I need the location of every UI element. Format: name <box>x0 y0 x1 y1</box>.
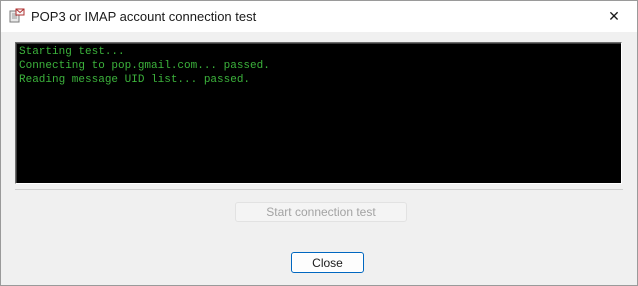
test-log-console[interactable]: Starting test... Connecting to pop.gmail… <box>15 42 622 184</box>
close-button[interactable]: Close <box>291 252 364 273</box>
start-connection-test-button[interactable]: Start connection test <box>235 202 407 222</box>
mail-server-icon <box>9 8 25 24</box>
title-bar[interactable]: POP3 or IMAP account connection test ✕ <box>1 1 637 32</box>
log-line: Reading message UID list... passed. <box>19 74 251 86</box>
window-title: POP3 or IMAP account connection test <box>31 9 257 24</box>
close-icon: ✕ <box>608 8 620 25</box>
log-line: Starting test... <box>19 46 125 58</box>
close-window-button[interactable]: ✕ <box>591 1 637 32</box>
divider <box>15 189 623 190</box>
log-line: Connecting to pop.gmail.com... passed. <box>19 60 270 72</box>
dialog-window: POP3 or IMAP account connection test ✕ S… <box>0 0 638 286</box>
